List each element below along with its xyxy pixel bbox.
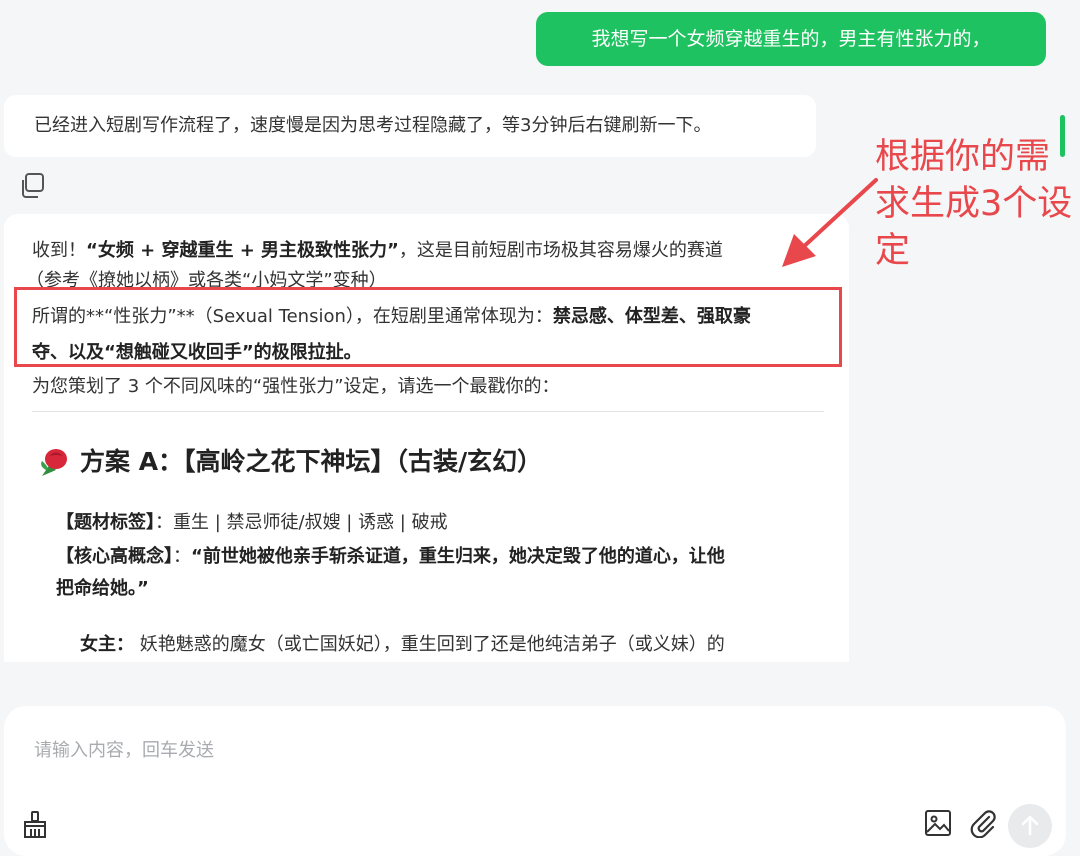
- annotation-line-3: 定: [875, 231, 911, 271]
- system-message-bubble: 已经进入短剧写作流程了，速度慢是因为思考过程隐藏了，等3分钟后右键刷新一下。: [4, 95, 816, 157]
- answer-text: 收到！: [32, 240, 86, 261]
- user-message-text: 我想写一个女频穿越重生的，男主有性张力的，: [591, 28, 991, 50]
- concept-label: 【核心高概念】: [56, 546, 173, 567]
- send-button[interactable]: [1008, 804, 1052, 848]
- annotation-line-1: 根据你的需: [875, 137, 1051, 177]
- concept-separator: ：: [173, 546, 191, 567]
- tags-line: 【题材标签】：重生 | 禁忌师徒/叔嫂 | 诱惑 | 破戒: [56, 508, 448, 534]
- heroine-text: 妖艳魅惑的魔女（或亡国妖妃），重生回到了还是他纯洁弟子（或义妹）的: [139, 634, 725, 655]
- concept-line-2: 把命给她。”: [56, 574, 149, 600]
- broom-icon[interactable]: [22, 811, 48, 843]
- assistant-answer-card: 收到！“女频 + 穿越重生 + 男主极致性张力”，这是目前短剧市场极其容易爆火的…: [4, 214, 849, 662]
- image-icon[interactable]: [924, 809, 952, 841]
- arrow-up-icon: [1021, 815, 1039, 836]
- divider: [32, 411, 824, 412]
- annotation-text: 根据你的需 求生成3个设 定: [875, 134, 1075, 275]
- concept-text: 把命给她。”: [56, 578, 149, 599]
- answer-line-5: 为您策划了 3 个不同风味的“强性张力”设定，请选一个最戳你的：: [32, 372, 560, 398]
- chat-input-box[interactable]: 请输入内容，回车发送: [4, 706, 1066, 856]
- chat-input-placeholder[interactable]: 请输入内容，回车发送: [34, 736, 214, 762]
- paperclip-icon[interactable]: [968, 808, 998, 842]
- concept-line: 【核心高概念】：“前世她被他亲手斩杀证道，重生归来，她决定毁了他的道心，让他: [56, 542, 725, 568]
- annotation-line-2: 求生成3个设: [875, 184, 1073, 224]
- annotation-arrow: [782, 178, 878, 267]
- answer-text: 为您策划了 3 个不同风味的“强性张力”设定，请选一个最戳你的：: [32, 376, 560, 397]
- user-message-bubble: 我想写一个女频穿越重生的，男主有性张力的，: [536, 12, 1046, 66]
- concept-text: “前世她被他亲手斩杀证道，重生归来，她决定毁了他的道心，让他: [191, 546, 725, 567]
- heroine-line: 女主： 妖艳魅惑的魔女（或亡国妖妃），重生回到了还是他纯洁弟子（或义妹）的: [80, 630, 725, 656]
- answer-bold-text: “女频 + 穿越重生 + 男主极致性张力”: [86, 240, 399, 261]
- answer-line-1: 收到！“女频 + 穿越重生 + 男主极致性张力”，这是目前短剧市场极其容易爆火的…: [32, 236, 723, 262]
- heroine-label: 女主：: [80, 634, 134, 655]
- system-message-text: 已经进入短剧写作流程了，速度慢是因为思考过程隐藏了，等3分钟后右键刷新一下。: [34, 115, 712, 136]
- tags-label: 【题材标签】: [56, 512, 155, 533]
- copy-icon[interactable]: [18, 172, 46, 200]
- annotation-highlight-box: [14, 287, 842, 367]
- rose-icon: [34, 446, 72, 480]
- answer-text: ，这是目前短剧市场极其容易爆火的赛道: [398, 240, 723, 261]
- tags-value: 重生 | 禁忌师徒/叔嫂 | 诱惑 | 破戒: [173, 512, 448, 533]
- tags-separator: ：: [155, 512, 173, 533]
- plan-title: 方案 A：【高岭之花下神坛】（古装/玄幻）: [34, 442, 542, 480]
- plan-title-text: 方案 A：【高岭之花下神坛】（古装/玄幻）: [80, 447, 543, 476]
